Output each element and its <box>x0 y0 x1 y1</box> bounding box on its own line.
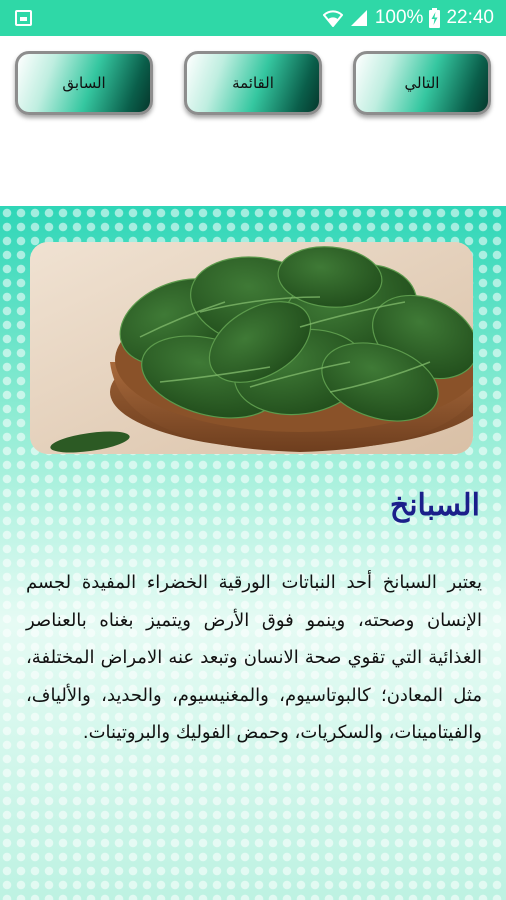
article-title: السبانخ <box>389 488 480 523</box>
previous-button[interactable]: السابق <box>15 51 153 115</box>
gallery-icon <box>15 10 32 26</box>
spinach-image <box>30 242 473 454</box>
article-content: السبانخ يعتبر السبانخ أحد النباتات الورق… <box>0 206 506 900</box>
battery-charging-icon <box>429 8 441 28</box>
clock: 22:40 <box>446 7 494 28</box>
navigation-bar: السابق القائمة التالي <box>0 36 506 206</box>
next-button[interactable]: التالي <box>353 51 491 115</box>
battery-percent: 100% <box>374 7 424 28</box>
wifi-icon <box>322 9 343 27</box>
article-body: يعتبر السبانخ أحد النباتات الورقية الخضر… <box>26 572 482 743</box>
status-bar: 100% 22:40 <box>0 0 506 36</box>
signal-icon <box>349 9 369 27</box>
status-indicators: 100% 22:40 <box>322 0 494 36</box>
list-button[interactable]: القائمة <box>184 51 322 115</box>
